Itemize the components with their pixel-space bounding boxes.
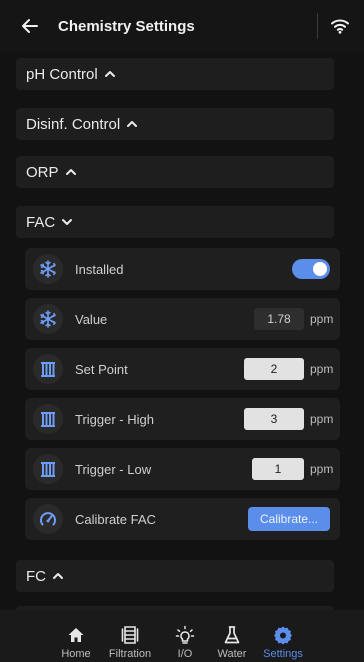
page-title: Chemistry Settings bbox=[58, 17, 195, 35]
section-ph-control[interactable]: pH Control bbox=[16, 58, 334, 90]
icon-badge bbox=[33, 354, 63, 384]
installed-toggle[interactable] bbox=[292, 259, 330, 279]
toggle-knob bbox=[313, 262, 327, 276]
bottom-navigation: Home Filtration I/O Water Settings bbox=[0, 610, 364, 662]
nav-label: Home bbox=[61, 648, 91, 660]
icon-badge bbox=[33, 454, 63, 484]
chevron-up-icon bbox=[104, 71, 115, 77]
fac-calibrate-row: Calibrate FAC Calibrate... bbox=[25, 498, 340, 540]
value-label: Value bbox=[75, 311, 108, 327]
icon-badge bbox=[33, 254, 63, 284]
filtration-icon bbox=[121, 624, 139, 646]
back-button[interactable] bbox=[16, 12, 44, 40]
fac-installed-row: Installed bbox=[25, 248, 340, 290]
unit-label: ppm bbox=[310, 312, 334, 326]
wifi-status-button[interactable] bbox=[330, 16, 350, 36]
gauge-bars-icon bbox=[41, 462, 55, 477]
fac-set-point-row: Set Point 2 ppm bbox=[25, 348, 340, 390]
trigger-low-input[interactable]: 1 bbox=[252, 458, 304, 480]
snowflake-icon bbox=[40, 310, 56, 328]
top-bar: Chemistry Settings bbox=[0, 0, 364, 52]
fac-trigger-low-row: Trigger - Low 1 ppm bbox=[25, 448, 340, 490]
section-label: Disinf. Control bbox=[26, 115, 121, 133]
section-label: FAC bbox=[26, 213, 56, 231]
calibrate-button[interactable]: Calibrate... bbox=[248, 507, 330, 531]
calibrate-label: Calibrate FAC bbox=[75, 511, 156, 527]
icon-badge bbox=[33, 504, 63, 534]
nav-settings[interactable]: Settings bbox=[255, 610, 311, 662]
nav-label: Settings bbox=[263, 648, 303, 660]
set-point-input[interactable]: 2 bbox=[244, 358, 304, 380]
unit-label: ppm bbox=[310, 362, 334, 376]
chevron-down-icon bbox=[62, 219, 73, 225]
gear-icon bbox=[273, 624, 293, 646]
icon-badge bbox=[33, 404, 63, 434]
section-label: ORP bbox=[26, 163, 59, 181]
chevron-up-icon bbox=[65, 169, 76, 175]
section-fac[interactable]: FAC bbox=[16, 206, 334, 238]
speedometer-icon bbox=[40, 512, 56, 526]
fac-value-row: Value 1.78 ppm bbox=[25, 298, 340, 340]
nav-label: Filtration bbox=[108, 648, 152, 660]
trigger-high-input[interactable]: 3 bbox=[244, 408, 304, 430]
section-label: pH Control bbox=[26, 65, 98, 83]
fac-trigger-high-row: Trigger - High 3 ppm bbox=[25, 398, 340, 440]
wifi-icon bbox=[331, 19, 349, 34]
nav-water[interactable]: Water bbox=[209, 610, 255, 662]
gauge-bars-icon bbox=[41, 362, 55, 377]
home-icon bbox=[67, 624, 85, 646]
nav-io[interactable]: I/O bbox=[161, 610, 209, 662]
nav-label: Water bbox=[217, 648, 247, 660]
gauge-bars-icon bbox=[41, 412, 55, 427]
chevron-up-icon bbox=[127, 121, 138, 127]
chevron-up-icon bbox=[53, 573, 63, 579]
nav-label: I/O bbox=[177, 648, 193, 660]
settings-content: pH Control Disinf. Control ORP FAC Insta… bbox=[0, 52, 364, 610]
section-fc[interactable]: FC bbox=[16, 560, 334, 592]
divider bbox=[317, 13, 318, 39]
nav-home[interactable]: Home bbox=[53, 610, 99, 662]
icon-badge bbox=[33, 304, 63, 334]
nav-filtration[interactable]: Filtration bbox=[99, 610, 161, 662]
app: Chemistry Settings pH Control Disinf. Co… bbox=[0, 0, 364, 662]
trigger-high-label: Trigger - High bbox=[75, 411, 154, 427]
arrow-left-icon bbox=[22, 19, 38, 33]
snowflake-icon bbox=[40, 260, 56, 278]
section-disinf-control[interactable]: Disinf. Control bbox=[16, 108, 334, 140]
set-point-label: Set Point bbox=[75, 361, 128, 377]
installed-label: Installed bbox=[75, 261, 124, 277]
flask-icon bbox=[223, 624, 241, 646]
section-label: FC bbox=[26, 567, 46, 585]
trigger-low-label: Trigger - Low bbox=[75, 461, 152, 477]
lightbulb-icon bbox=[175, 624, 195, 646]
section-orp[interactable]: ORP bbox=[16, 156, 334, 188]
unit-label: ppm bbox=[310, 462, 334, 476]
unit-label: ppm bbox=[310, 412, 334, 426]
value-readout: 1.78 bbox=[254, 308, 304, 330]
